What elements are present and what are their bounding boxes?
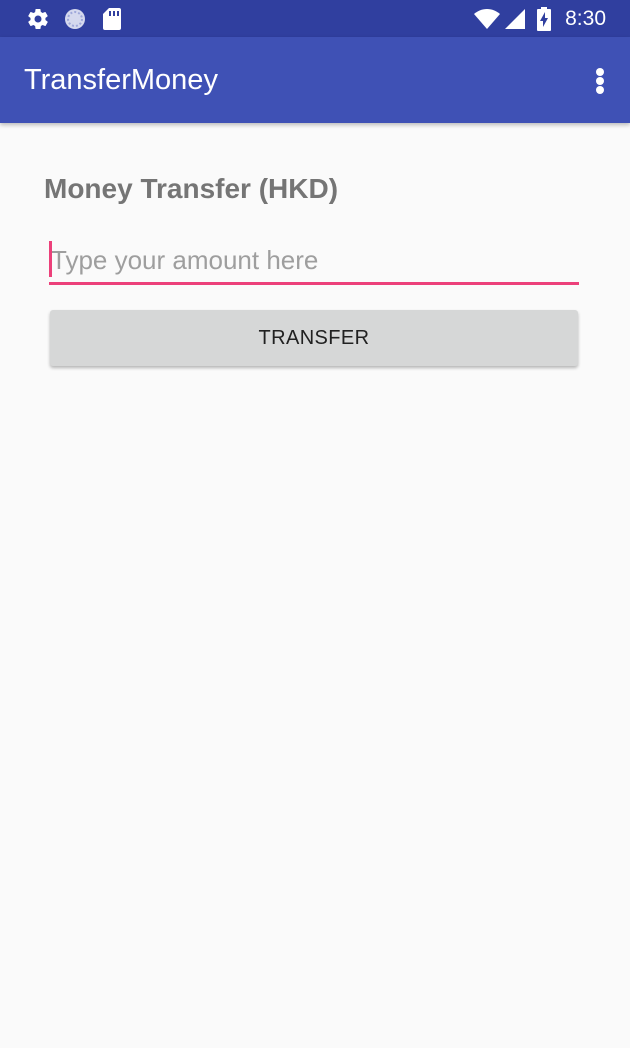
gear-icon xyxy=(28,9,48,30)
main-content: Money Transfer (HKD) TRANSFER xyxy=(0,123,630,1048)
app-bar: TransferMoney xyxy=(0,37,630,123)
app-title: TransferMoney xyxy=(24,64,218,96)
signal-icon xyxy=(505,9,525,29)
more-vert-icon-dot xyxy=(596,86,604,94)
transfer-button[interactable]: TRANSFER xyxy=(50,310,578,366)
more-options-button[interactable] xyxy=(586,58,614,102)
sd-card-icon xyxy=(103,8,121,30)
sync-circle-icon xyxy=(65,9,85,29)
more-vert-icon-dot xyxy=(596,77,604,85)
status-time: 8:30 xyxy=(565,7,606,30)
battery-charging-icon xyxy=(537,7,551,31)
more-vert-icon xyxy=(596,68,604,76)
page-heading: Money Transfer (HKD) xyxy=(44,173,339,204)
status-bar: 8:30 xyxy=(0,0,630,37)
text-cursor xyxy=(49,241,52,277)
wifi-icon xyxy=(474,9,500,29)
amount-input[interactable] xyxy=(49,239,579,285)
